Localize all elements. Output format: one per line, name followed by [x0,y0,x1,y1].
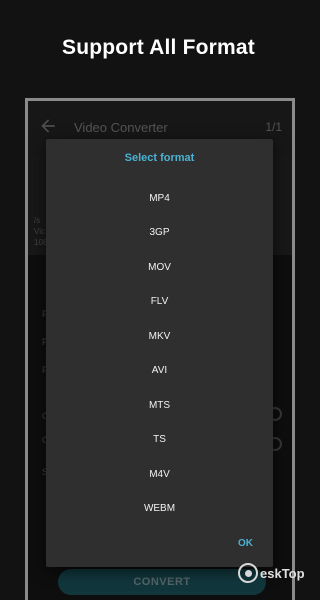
ok-button[interactable]: OK [238,538,253,549]
format-option-webm[interactable]: WEBM [46,492,273,527]
format-option-avi[interactable]: AVI [46,354,273,389]
format-option-mp4[interactable]: MP4 [46,181,273,216]
watermark-logo-icon [238,563,258,583]
watermark: eskTop [238,563,305,583]
format-option-ts[interactable]: TS [46,423,273,458]
format-option-flv[interactable]: FLV [46,285,273,320]
watermark-text: eskTop [260,565,305,581]
format-list: MP4 3GP MOV FLV MKV AVI MTS TS M4V WEBM [46,181,273,526]
select-format-dialog: Select format MP4 3GP MOV FLV MKV AVI MT… [46,139,273,567]
format-option-mts[interactable]: MTS [46,388,273,423]
format-option-mov[interactable]: MOV [46,250,273,285]
dialog-title: Select format [124,152,195,164]
promo-headline: Support All Format [62,36,255,59]
format-option-m4v[interactable]: M4V [46,457,273,492]
format-option-mkv[interactable]: MKV [46,319,273,354]
format-option-3gp[interactable]: 3GP [46,216,273,251]
